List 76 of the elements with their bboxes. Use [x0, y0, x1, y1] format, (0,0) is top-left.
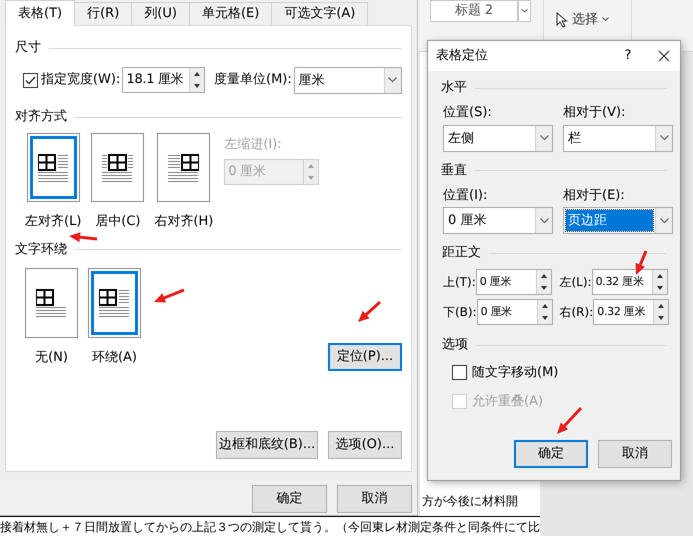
- distance-field[interactable]: 0 厘米: [476, 269, 552, 295]
- table-layout-icon: [99, 288, 130, 316]
- dropdown-field[interactable]: 0 厘米: [443, 207, 553, 234]
- dialog-button[interactable]: 确定: [252, 485, 327, 513]
- tab[interactable]: 可选文字(A): [271, 2, 368, 26]
- table-layout-icon: [36, 288, 67, 316]
- chevron-down-icon: [388, 77, 398, 83]
- table-layout-icon: [168, 154, 200, 182]
- tab[interactable]: 表格(T): [5, 0, 76, 26]
- dialog-title: 表格定位: [436, 47, 489, 66]
- option-label: 无(N): [35, 348, 68, 366]
- field-label: 度量单位(M):: [214, 71, 293, 90]
- field-label: 右(R):: [560, 304, 594, 321]
- distance-field[interactable]: 0.32 厘米: [593, 299, 670, 325]
- checkbox[interactable]: [452, 365, 467, 380]
- distance-field[interactable]: 0 厘米: [476, 299, 553, 325]
- field-label: 相对于(V):: [563, 104, 626, 122]
- dialog-button[interactable]: 取消: [337, 485, 412, 513]
- section-heading: 尺寸: [15, 39, 41, 58]
- table-layout-icon: [102, 154, 134, 182]
- help-button[interactable]: ?: [618, 46, 638, 66]
- dropdown-field[interactable]: 厘米: [294, 66, 402, 94]
- style-gallery[interactable]: 标题 2: [430, 0, 518, 22]
- field-label: 左缩进(I):: [224, 136, 283, 154]
- annotation-arrow: [154, 288, 185, 303]
- document-text: 接着材無し＋７日間放置してからの上記３つの測定して貰う。（今回東レ材測定条件と同条件にて比: [0, 520, 540, 534]
- section-heading: 水平: [441, 79, 467, 98]
- dropdown-field[interactable]: 左侧: [443, 124, 553, 152]
- field-label: 上(T):: [443, 274, 476, 291]
- option-label: 环绕(A): [92, 348, 138, 366]
- dropdown-field[interactable]: 栏: [563, 124, 673, 152]
- chevron-down-icon: [660, 135, 668, 141]
- option-label: 左对齐(L): [25, 213, 82, 231]
- close-icon[interactable]: [658, 50, 670, 62]
- layout-option[interactable]: [88, 268, 141, 338]
- section-heading: 选项: [442, 336, 468, 354]
- document-text: 方が今後に材料開: [422, 493, 519, 510]
- checkbox[interactable]: [23, 72, 38, 88]
- distance-field[interactable]: 0.32 厘米: [592, 269, 668, 295]
- field-label: 相对于(E):: [563, 186, 626, 204]
- cursor-icon: [556, 12, 568, 28]
- field-label: 左(L):: [560, 274, 592, 291]
- section-heading: 距正文: [442, 244, 481, 262]
- dialog-button[interactable]: 选项(O)...: [328, 431, 402, 459]
- layout-option[interactable]: [26, 133, 80, 202]
- layout-option[interactable]: [25, 268, 78, 338]
- dropdown-field[interactable]: 页边距: [563, 207, 673, 234]
- width-field[interactable]: 18.1 厘米: [122, 67, 206, 93]
- chevron-down-icon: [540, 218, 548, 224]
- layout-option[interactable]: [91, 133, 144, 202]
- chevron-down-icon: [602, 17, 609, 22]
- field-label: 下(B):: [443, 304, 477, 321]
- select-button[interactable]: 选择: [556, 10, 609, 30]
- field-label: 位置(I):: [443, 186, 488, 204]
- layout-option[interactable]: [157, 133, 210, 202]
- section-heading: 对齐方式: [15, 108, 67, 126]
- checkbox-label: 随文字移动(M): [472, 364, 558, 382]
- section-heading: 文字环绕: [15, 240, 67, 259]
- chevron-down-icon: [540, 135, 548, 141]
- chevron-down-icon: [660, 218, 668, 224]
- dialog-button[interactable]: 定位(P)...: [328, 343, 402, 371]
- dialog-button[interactable]: 取消: [598, 440, 672, 468]
- annotation-arrow: [69, 232, 98, 242]
- annotation-arrow: [636, 250, 648, 275]
- field-label: 位置(S):: [443, 104, 493, 122]
- option-label: 居中(C): [95, 213, 140, 231]
- table-layout-icon: [38, 154, 69, 182]
- dialog-button[interactable]: 确定: [514, 440, 588, 468]
- option-label: 右对齐(H): [154, 213, 214, 231]
- annotation-arrow: [557, 406, 582, 434]
- checkbox-label: 允许重叠(A): [472, 392, 544, 410]
- field-label: 指定宽度(W):: [40, 71, 122, 90]
- dialog-button[interactable]: 边框和底纹(B)...: [216, 431, 318, 459]
- section-heading: 垂直: [441, 162, 467, 180]
- annotation-arrow: [358, 300, 382, 322]
- chevron-down-icon[interactable]: [518, 0, 531, 22]
